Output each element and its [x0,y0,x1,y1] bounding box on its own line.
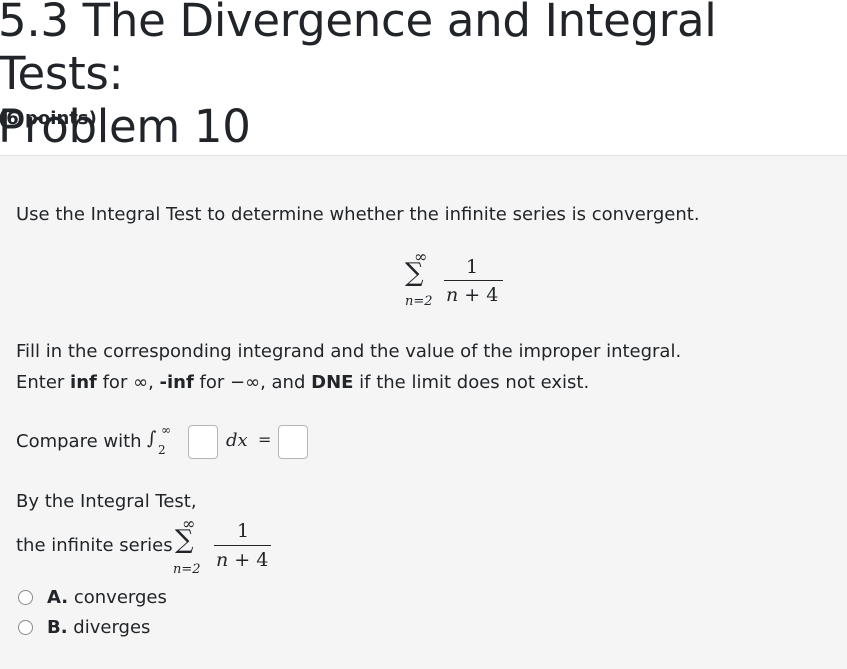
by-integral-test-text: By the Integral Test, [16,491,197,512]
series-denominator: n + 4 [216,549,269,571]
differential-dx: dx [226,430,248,451]
series-display: ∞ ∑ n=2 1 n + 4 [402,249,512,329]
title-line-1: 5.3 The Divergence and Integral Tests: [0,0,717,100]
radio-b[interactable] [18,620,33,635]
fill-in-text: Fill in the corresponding integrand and … [16,341,682,362]
fraction-bar [214,545,271,546]
integral-value-input[interactable] [278,425,308,459]
page-title: 5.3 The Divergence and Integral Tests: P… [0,0,847,153]
enter-instructions: Enter inf for ∞, -inf for −∞, and DNE if… [16,372,590,393]
series-numerator: 1 [237,520,250,542]
instruction-text: Use the Integral Test to determine wheth… [16,204,700,225]
integral-lower-limit: 2 [158,443,166,457]
problem-body: Use the Integral Test to determine wheth… [0,155,847,669]
compare-label: Compare with [16,431,142,452]
fraction-bar [444,280,503,281]
series-numerator: 1 [466,256,479,278]
sigma-symbol: ∑ [405,258,424,288]
equals-sign: = [258,430,272,449]
integral-sign: ∫ [147,428,157,449]
integrand-input[interactable] [188,425,218,459]
problem-header: 5.3 The Divergence and Integral Tests: P… [0,0,847,155]
sum-lower-limit: n=2 [173,562,201,577]
integral-upper-limit: ∞ [161,423,171,437]
radio-a[interactable] [18,590,33,605]
series-denominator: n + 4 [446,284,499,306]
points-label: (6 points) [0,108,97,129]
sigma-symbol: ∑ [175,525,194,555]
option-b-label: B. diverges [47,617,151,638]
option-a-label: A. converges [47,587,167,608]
sum-lower-limit: n=2 [405,294,433,309]
infinite-series-text: the infinite series [16,535,173,556]
inline-series-display: ∞ ∑ n=2 1 n + 4 [173,516,283,596]
